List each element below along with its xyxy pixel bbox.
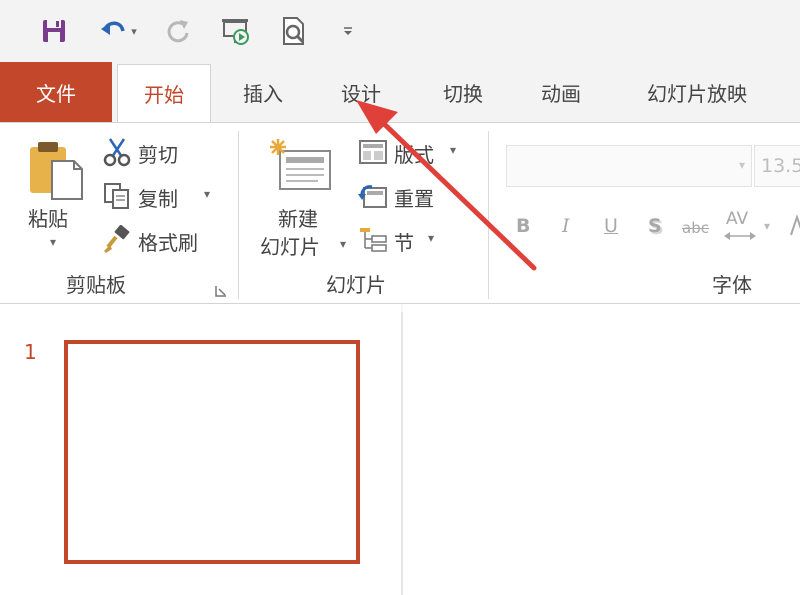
slide-number: 1 (24, 340, 37, 364)
pane-splitter[interactable] (401, 312, 403, 595)
redo-button[interactable] (160, 12, 196, 50)
text-shadow-button[interactable]: S (648, 215, 662, 237)
slides-group-label: 幻灯片 (326, 273, 386, 297)
double-arrow-icon (724, 232, 756, 240)
layout-icon (359, 140, 387, 164)
new-slide-label-line2: 幻灯片 (260, 235, 320, 259)
reset-icon (358, 185, 387, 208)
scissors-icon (103, 138, 131, 167)
font-size-value: 13.5 (761, 155, 800, 177)
ribbon-tab-bar: 文件 开始 插入 设计 切换 动画 幻灯片放映 (0, 62, 800, 122)
tab-transitions[interactable]: 切换 (432, 62, 494, 122)
font-group-label: 字体 (712, 273, 752, 297)
tab-animations[interactable]: 动画 (530, 62, 592, 122)
format-painter-label: 格式刷 (138, 231, 198, 255)
quick-access-toolbar: ▾ (0, 0, 800, 62)
reset-button[interactable]: 重置 (356, 179, 456, 215)
clipboard-group-label: 剪贴板 (66, 273, 126, 297)
reset-label: 重置 (394, 187, 434, 211)
strikethrough-button[interactable]: abc (682, 219, 709, 237)
character-spacing-dropdown-icon[interactable]: ▾ (764, 219, 770, 233)
new-slide-icon (270, 139, 331, 190)
undo-button[interactable]: ▾ (92, 12, 144, 50)
redo-icon (167, 20, 189, 43)
present-from-start-button[interactable] (216, 12, 256, 50)
copy-label: 复制 (138, 187, 178, 211)
section-label: 节 (394, 231, 414, 255)
new-slide-label-line1: 新建 (278, 207, 318, 231)
tab-file[interactable]: 文件 (0, 62, 112, 122)
font-name-combobox[interactable]: ▾ (506, 145, 752, 187)
cut-button[interactable]: 剪切 (100, 135, 200, 171)
customize-qat-button[interactable] (336, 12, 360, 50)
undo-dropdown-icon[interactable]: ▾ (131, 25, 137, 38)
bold-button[interactable]: B (516, 215, 530, 237)
print-preview-button[interactable] (276, 12, 312, 50)
tab-home[interactable]: 开始 (117, 64, 211, 122)
slide-thumbnail-1[interactable] (64, 340, 360, 564)
paste-dropdown-icon[interactable]: ▾ (50, 235, 56, 249)
group-separator (488, 131, 489, 299)
slide-editing-area[interactable] (403, 304, 800, 595)
copy-icon (104, 183, 129, 209)
section-dropdown-icon[interactable]: ▾ (428, 231, 434, 245)
paste-button[interactable]: 粘贴 ▾ (20, 137, 90, 255)
layout-label: 版式 (394, 143, 434, 167)
ribbon-home: 粘贴 ▾ 剪切 复制 ▾ 格式刷 剪贴板 新建 幻灯片 ▾ 版式 ▾ 重置 节 … (0, 122, 800, 304)
new-slide-dropdown-icon[interactable]: ▾ (340, 237, 346, 251)
character-spacing-label: AV (726, 209, 749, 229)
layout-dropdown-icon[interactable]: ▾ (450, 143, 456, 157)
font-name-dropdown-icon[interactable]: ▾ (739, 158, 745, 172)
layout-button[interactable]: 版式 ▾ (356, 135, 466, 171)
character-spacing-button[interactable]: AV ▾ (724, 209, 784, 245)
change-case-icon (790, 215, 800, 236)
underline-button[interactable]: U (604, 215, 618, 237)
tab-design[interactable]: 设计 (330, 62, 392, 122)
tab-insert[interactable]: 插入 (232, 62, 294, 122)
undo-icon (101, 21, 125, 35)
paste-icon (30, 142, 83, 200)
slide-thumbnail-pane[interactable]: 1 (0, 304, 401, 595)
print-preview-icon (283, 17, 305, 45)
customize-qat-icon (344, 27, 352, 35)
save-button[interactable] (36, 12, 72, 50)
save-icon (43, 20, 65, 42)
change-case-button[interactable] (790, 215, 800, 239)
copy-dropdown-icon[interactable]: ▾ (204, 187, 210, 201)
present-from-start-icon (222, 19, 249, 45)
copy-button[interactable]: 复制 ▾ (100, 179, 220, 215)
clipboard-launcher-icon[interactable] (214, 283, 228, 302)
group-separator (238, 131, 239, 299)
tab-slideshow[interactable]: 幻灯片放映 (630, 62, 764, 122)
cut-label: 剪切 (138, 143, 178, 167)
format-painter-icon (104, 225, 130, 253)
workspace: 1 (0, 304, 800, 595)
section-icon (360, 228, 387, 252)
paste-label: 粘贴 (28, 207, 68, 231)
italic-button[interactable]: I (562, 215, 570, 237)
new-slide-button[interactable]: 新建 幻灯片 ▾ (254, 133, 350, 261)
format-painter-button[interactable]: 格式刷 (100, 223, 220, 259)
font-size-combobox[interactable]: 13.5 (754, 145, 800, 187)
section-button[interactable]: 节 ▾ (356, 223, 446, 259)
